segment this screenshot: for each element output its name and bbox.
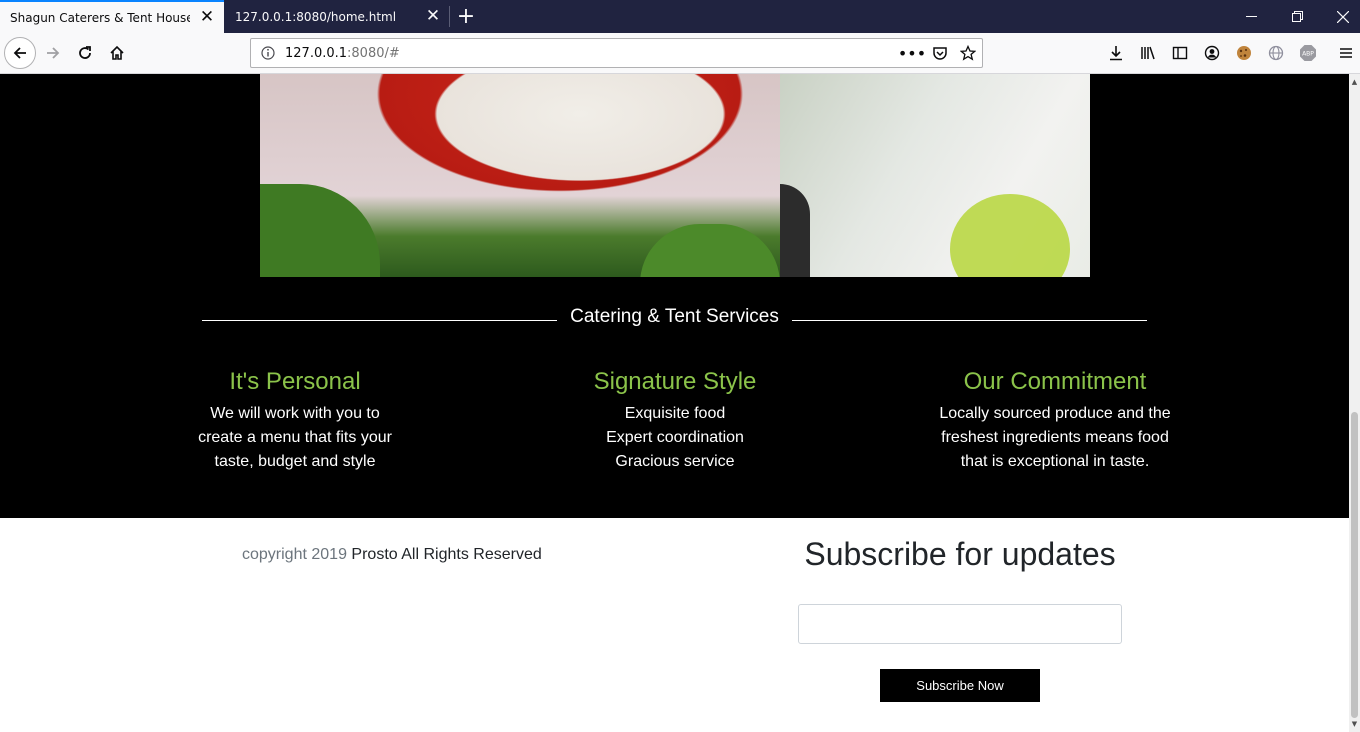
- vertical-scrollbar[interactable]: ▲ ▼: [1349, 74, 1360, 732]
- close-icon: [1337, 10, 1349, 23]
- back-button[interactable]: [4, 37, 36, 69]
- feature-line: We will work with you to: [210, 405, 380, 422]
- scroll-down-arrow-icon[interactable]: ▼: [1351, 720, 1358, 728]
- page-actions-menu-icon[interactable]: •••: [898, 44, 926, 63]
- feature-title: Signature Style: [593, 368, 757, 395]
- adblock-extension-button[interactable]: ABP: [1292, 37, 1324, 69]
- caprese-salad-photo: [260, 74, 780, 277]
- home-icon: [110, 45, 124, 60]
- url-text[interactable]: 127.0.0.1:8080/#: [285, 46, 898, 61]
- feature-title: It's Personal: [229, 368, 361, 395]
- subscribe-email-input[interactable]: [798, 604, 1122, 644]
- reload-button[interactable]: [69, 37, 101, 69]
- library-button[interactable]: [1132, 37, 1164, 69]
- adblock-icon: ABP: [1300, 45, 1316, 61]
- url-host: 127.0.0.1: [285, 45, 348, 61]
- sidebar-button[interactable]: [1164, 37, 1196, 69]
- url-path: :8080/#: [347, 45, 400, 61]
- cookie-extension-button[interactable]: [1228, 37, 1260, 69]
- feature-description: Locally sourced produce and the freshest…: [935, 402, 1175, 474]
- heading-divider-left: [202, 320, 557, 321]
- new-tab-button[interactable]: +: [452, 0, 480, 33]
- site-info-icon[interactable]: [251, 46, 285, 60]
- tab-home-html[interactable]: 127.0.0.1:8080/home.html ✕: [224, 0, 450, 33]
- download-icon: [1110, 46, 1122, 61]
- services-section: Catering & Tent Services It's Personal W…: [0, 74, 1349, 518]
- feature-line: freshest ingredients means food: [941, 429, 1169, 446]
- section-heading: Catering & Tent Services: [202, 304, 1147, 334]
- feature-line: Gracious service: [615, 453, 735, 470]
- feature-title: Our Commitment: [963, 368, 1147, 395]
- tab-strip: Shagun Caterers & Tent House ✕ 127.0.0.1…: [0, 0, 1360, 33]
- page-viewport: Catering & Tent Services It's Personal W…: [0, 74, 1349, 732]
- tab-shagun-caterers[interactable]: Shagun Caterers & Tent House ✕: [0, 0, 224, 33]
- feature-signature-style: Signature Style Exquisite food Expert co…: [570, 368, 780, 474]
- restore-window-button[interactable]: [1274, 0, 1320, 33]
- feature-our-commitment: Our Commitment Locally sourced produce a…: [935, 368, 1175, 474]
- subscribe-now-button[interactable]: Subscribe Now: [880, 669, 1040, 702]
- menu-button[interactable]: [1330, 37, 1360, 69]
- scroll-up-arrow-icon[interactable]: ▲: [1351, 78, 1358, 86]
- sidebar-icon: [1172, 46, 1188, 60]
- cookie-icon: [1237, 46, 1251, 60]
- forward-arrow-icon: [47, 47, 60, 59]
- section-title: Catering & Tent Services: [570, 306, 779, 327]
- feature-line: Exquisite food: [624, 405, 726, 422]
- hamburger-menu-icon: [1340, 48, 1352, 58]
- copyright-text: copyright 2019 Prosto All Rights Reserve…: [242, 546, 542, 564]
- account-button[interactable]: [1196, 37, 1228, 69]
- svg-text:ABP: ABP: [1302, 51, 1314, 58]
- account-icon: [1204, 45, 1220, 61]
- restore-icon: [1291, 11, 1303, 22]
- globe-extension-button[interactable]: [1260, 37, 1292, 69]
- rights-text: All Rights Reserved: [401, 546, 542, 563]
- minimize-icon: [1245, 16, 1257, 17]
- navigation-toolbar: 127.0.0.1:8080/# ••• ABP: [0, 33, 1360, 74]
- plated-dish-photo: [780, 74, 1090, 277]
- brand-name: Prosto: [351, 546, 398, 563]
- feature-its-personal: It's Personal We will work with you to c…: [190, 368, 400, 474]
- feature-line: create a menu that fits your: [198, 429, 392, 446]
- feature-description: We will work with you to create a menu t…: [190, 402, 400, 474]
- copyright-prefix: copyright 2019: [242, 546, 347, 563]
- forward-button[interactable]: [37, 37, 69, 69]
- minimize-window-button[interactable]: [1228, 0, 1274, 33]
- back-arrow-icon: [13, 47, 26, 59]
- pocket-icon[interactable]: [926, 45, 954, 61]
- feature-line: that is exceptional in taste.: [960, 453, 1150, 470]
- feature-description: Exquisite food Expert coordination Graci…: [570, 402, 780, 474]
- tab-title: 127.0.0.1:8080/home.html: [235, 9, 397, 24]
- subscribe-title: Subscribe for updates: [804, 536, 1116, 572]
- feature-line: Expert coordination: [606, 429, 744, 446]
- close-tab-icon[interactable]: ✕: [416, 8, 450, 25]
- reload-icon: [79, 46, 91, 59]
- scrollbar-thumb[interactable]: [1351, 412, 1358, 718]
- address-bar[interactable]: 127.0.0.1:8080/# •••: [250, 38, 983, 68]
- bookmark-star-icon[interactable]: [954, 45, 982, 61]
- heading-divider-right: [792, 320, 1147, 321]
- feature-line: taste, budget and style: [214, 453, 376, 470]
- close-tab-icon[interactable]: ✕: [190, 9, 224, 26]
- downloads-button[interactable]: [1100, 37, 1132, 69]
- feature-line: Locally sourced produce and the: [939, 405, 1171, 422]
- tab-title: Shagun Caterers & Tent House: [10, 10, 190, 25]
- library-icon: [1141, 46, 1155, 60]
- globe-icon: [1268, 45, 1284, 61]
- close-window-button[interactable]: [1320, 0, 1360, 33]
- home-button[interactable]: [101, 37, 133, 69]
